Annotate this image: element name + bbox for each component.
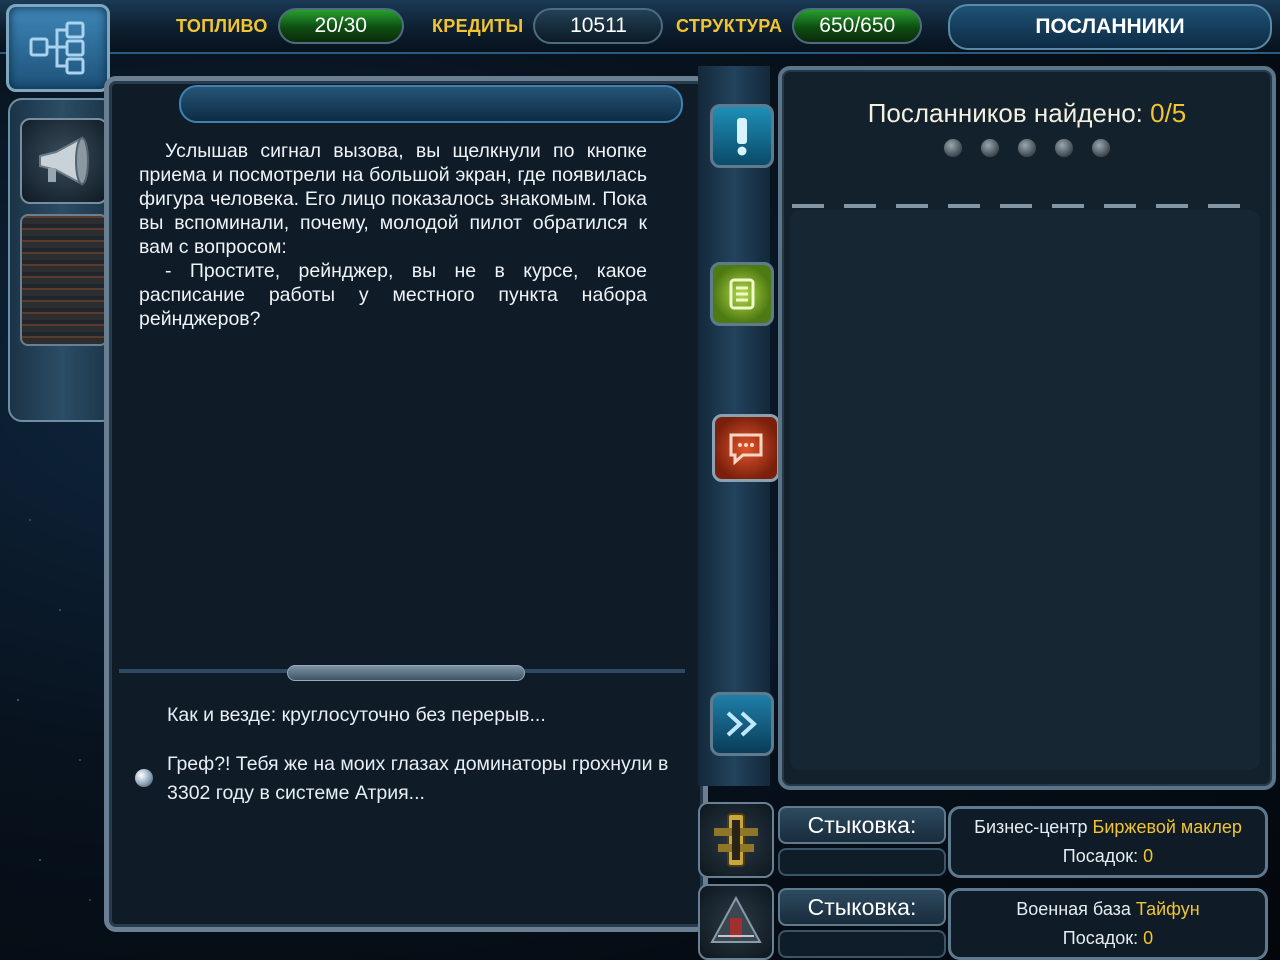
divider-handle[interactable] [287,665,525,681]
story-paragraph: - Простите, рейнджер, вы не в курсе, как… [139,260,647,330]
envoys-found-counter: Посланников найдено: 0/5 [782,98,1272,129]
place-type: Военная база [1016,899,1131,919]
answer-list: Как и везде: круглосуточно без перерыв..… [135,701,675,820]
comm-speaker-button[interactable] [20,118,108,204]
log-button[interactable] [710,262,774,326]
chat-bubble-icon [729,433,763,465]
fuel-stat: ТОПЛИВО 20/30 [176,8,404,44]
structure-label: СТРУКТУРА [676,15,783,36]
envoys-panel: Посланников найдено: 0/5 [778,66,1276,790]
docking-label-underbar [778,930,946,958]
envoys-list [790,210,1260,770]
megaphone-icon [39,136,89,186]
structure-stat: СТРУКТУРА 650/650 [676,8,923,44]
place-name: Тайфун [1135,899,1200,919]
ship-portrait [698,802,774,878]
top-status-bar: ТОПЛИВО 20/30 КРЕДИТЫ 10511 СТРУКТУРА 65… [0,0,1280,54]
envoy-slot-indicator [1017,138,1037,158]
envoys-tab[interactable]: ПОСЛАННИКИ [948,4,1272,50]
docking-info: Военная база Тайфун Посадок: 0 [948,888,1268,960]
dialog-button[interactable] [712,414,780,482]
docking-row[interactable]: Стыковка: Бизнес-центр Биржевой маклер П… [698,802,1272,878]
answer-option[interactable]: Греф?! Тебя же на моих глазах доминаторы… [135,750,675,808]
wires-decoration [20,214,108,346]
fuel-value: 20/30 [277,8,404,44]
envoy-slot-indicator [1091,138,1111,158]
envoys-found-value: 0/5 [1150,98,1187,128]
credits-value: 10511 [533,8,664,44]
military-base-icon [710,895,762,943]
station-icon [714,813,758,867]
place-name: Биржевой маклер [1092,817,1242,837]
docking-info: Бизнес-центр Биржевой маклер Посадок: 0 [948,806,1268,878]
answer-bullet-icon [135,769,153,787]
ship-portrait [698,884,774,960]
map-menu-button[interactable] [6,4,110,92]
docking-label-underbar [778,848,946,876]
dialog-panel: Услышав сигнал вызова, вы щелкнули по кн… [104,76,708,932]
fuel-label: ТОПЛИВО [176,15,268,36]
dashed-divider [792,204,1258,208]
envoys-found-label: Посланников найдено: [867,98,1151,128]
story-text: Услышав сигнал вызова, вы щелкнули по кн… [139,139,647,331]
docking-row[interactable]: Стыковка: Военная база Тайфун Посадок: 0 [698,884,1272,960]
story-paragraph: Услышав сигнал вызова, вы щелкнули по кн… [139,140,647,258]
structure-value: 650/650 [792,8,923,44]
envoy-slot-indicator [943,138,963,158]
alert-button[interactable] [710,104,774,168]
credits-stat: КРЕДИТЫ 10511 [432,8,664,44]
landings-label: Посадок: [1062,928,1139,948]
docking-label: Стыковка: [778,888,946,926]
landings-value: 0 [1143,928,1154,948]
landings-label: Посадок: [1062,846,1139,866]
docking-label: Стыковка: [778,806,946,844]
envoy-slots [782,138,1272,158]
landings-value: 0 [1143,846,1154,866]
dialog-header-bar [179,85,683,123]
envoy-slot-indicator [1054,138,1074,158]
answer-option[interactable]: Как и везде: круглосуточно без перерыв..… [135,701,675,738]
answer-text: Как и везде: круглосуточно без перерыв..… [167,704,546,726]
place-type: Бизнес-центр [974,817,1088,837]
envoy-slot-indicator [980,138,1000,158]
answer-text: Греф?! Тебя же на моих глазах доминаторы… [167,753,669,804]
exclamation-icon [737,118,747,156]
next-turn-button[interactable] [710,692,774,756]
network-diagram-icon [29,21,85,75]
credits-label: КРЕДИТЫ [432,15,524,36]
fast-forward-icon [726,711,757,737]
document-icon [729,278,755,310]
